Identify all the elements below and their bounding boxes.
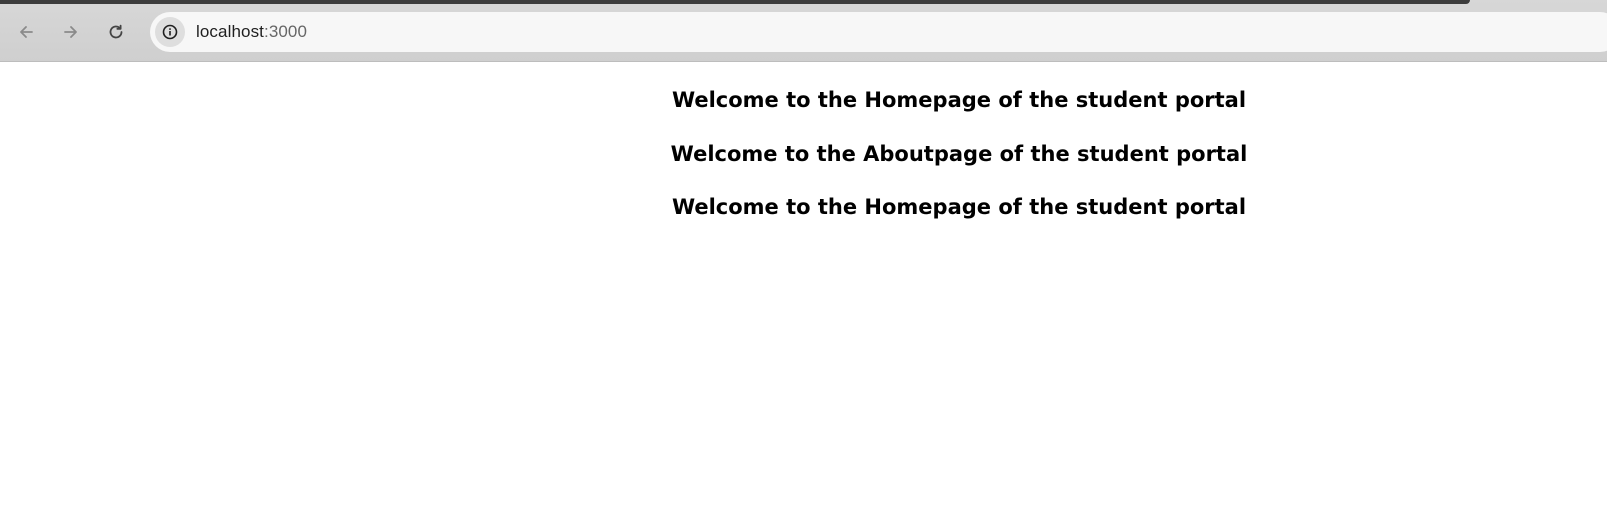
url-text[interactable]: localhost:3000 [196,22,307,42]
forward-button[interactable] [55,16,87,48]
arrow-left-icon [20,26,33,38]
info-icon [162,24,178,40]
reload-icon [109,24,123,39]
back-button[interactable] [10,16,42,48]
address-bar[interactable]: localhost:3000 [150,12,1607,52]
site-info-button[interactable] [155,17,185,47]
aboutpage-heading: Welcome to the Aboutpage of the student … [670,142,1248,166]
page-content: Welcome to the Homepage of the student p… [0,62,1607,505]
arrow-right-icon [64,26,77,38]
url-port: :3000 [264,22,308,41]
browser-toolbar: localhost:3000 [0,0,1607,62]
reload-button[interactable] [100,16,132,48]
homepage-heading: Welcome to the Homepage of the student p… [671,88,1247,112]
url-host: localhost [196,22,264,41]
homepage-heading-repeat: Welcome to the Homepage of the student p… [671,195,1247,219]
tab-strip-edge [0,0,1470,4]
